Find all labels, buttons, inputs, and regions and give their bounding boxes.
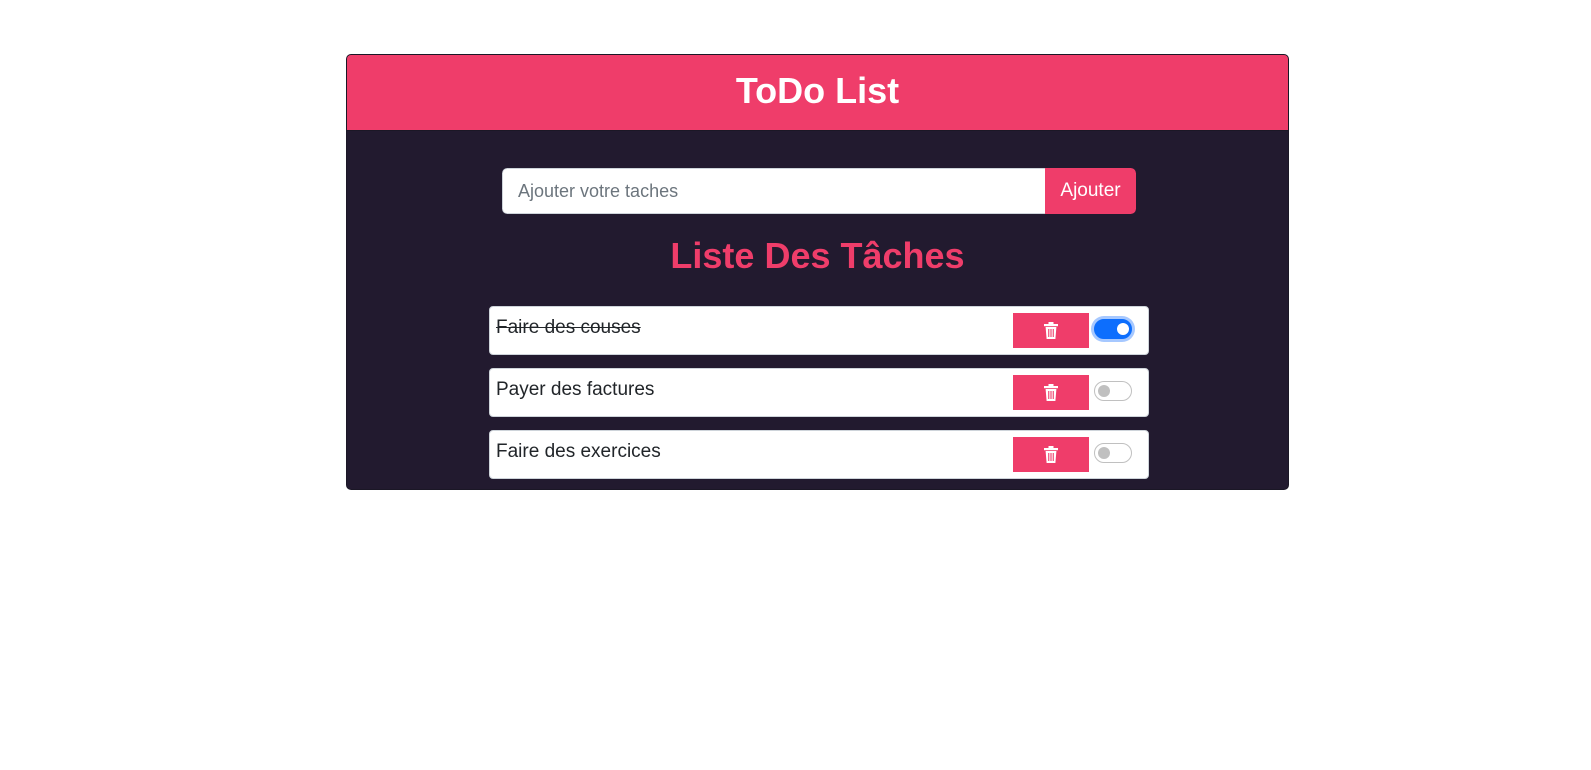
delete-task-button[interactable] [1013, 375, 1089, 410]
add-task-form: Ajouter [502, 168, 1136, 214]
task-label: Payer des factures [496, 379, 655, 400]
task-list: Faire des couses Payer des factures Fair… [489, 306, 1149, 489]
todo-card: ToDo List Ajouter Liste Des Tâches Faire… [346, 54, 1289, 490]
task-item: Payer des factures [489, 368, 1149, 417]
delete-task-button[interactable] [1013, 313, 1089, 348]
app-title: ToDo List [735, 69, 900, 111]
task-done-toggle[interactable] [1094, 381, 1132, 401]
toggle-knob [1098, 447, 1110, 459]
task-label: Faire des couses [496, 317, 641, 338]
todo-header: ToDo List [347, 55, 1288, 131]
list-title: Liste Des Tâches [670, 235, 965, 276]
task-item: Faire des exercices [489, 430, 1149, 479]
task-done-toggle[interactable] [1094, 443, 1132, 463]
trash-icon [1044, 384, 1058, 401]
task-input[interactable] [502, 168, 1045, 214]
delete-task-button[interactable] [1013, 437, 1089, 472]
add-button[interactable]: Ajouter [1045, 168, 1136, 214]
task-item: Faire des couses [489, 306, 1149, 355]
toggle-knob [1098, 385, 1110, 397]
task-done-toggle[interactable] [1094, 319, 1132, 339]
task-label: Faire des exercices [496, 441, 661, 462]
trash-icon [1044, 322, 1058, 339]
trash-icon [1044, 446, 1058, 463]
toggle-knob [1117, 323, 1129, 335]
